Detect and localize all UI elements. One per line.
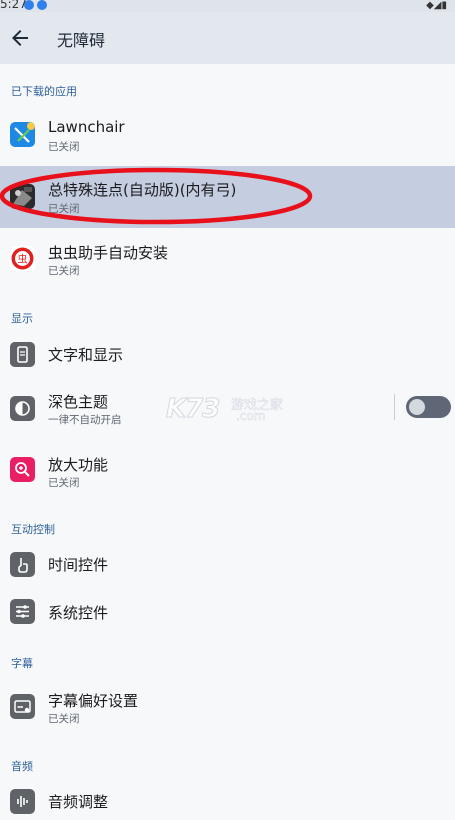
system-controls-icon	[10, 599, 35, 624]
text-display-icon	[10, 342, 35, 367]
section-header-display: 显示	[11, 312, 33, 325]
page-title: 无障碍	[57, 31, 106, 50]
toggle-divider	[394, 394, 395, 420]
chongchong-icon-glyph: 虫	[18, 254, 28, 266]
list-item-dark-theme[interactable]: 深色主题 一律不自动开启	[0, 382, 455, 434]
list-item-magnification[interactable]: 放大功能 已关闭	[0, 440, 455, 500]
list-item-caption-preferences[interactable]: 字幕偏好设置 已关闭	[0, 676, 455, 738]
dark-theme-icon	[10, 396, 35, 421]
item-subtitle: 一律不自动开启	[48, 414, 122, 426]
chongchong-app-icon: 虫	[10, 246, 35, 271]
list-item-system-controls[interactable]: 系统控件	[0, 590, 455, 636]
list-item-text-display[interactable]: 文字和显示	[0, 330, 455, 378]
download-notification-icon	[37, 0, 47, 10]
item-title: 文字和显示	[48, 346, 124, 364]
list-item-auto-clicker[interactable]: 总特殊连点(自动版)(内有弓) 已关闭	[0, 166, 455, 228]
section-header-captions: 字幕	[11, 657, 33, 670]
app-bar: 无障碍	[0, 12, 455, 64]
list-item-timing-controls[interactable]: 时间控件	[0, 542, 455, 588]
list-item-audio-adjustment[interactable]: 音频调整	[0, 778, 455, 820]
item-title: 系统控件	[48, 604, 109, 622]
item-subtitle: 已关闭	[48, 203, 80, 215]
signal-battery-icon: ◆◢▮	[426, 0, 447, 11]
item-title: 放大功能	[48, 456, 109, 474]
list-item-lawnchair[interactable]: Lawnchair 已关闭	[0, 104, 455, 166]
magnification-icon	[10, 457, 35, 482]
item-subtitle: 已关闭	[48, 141, 80, 153]
toggle-knob	[409, 399, 425, 415]
section-header-downloaded: 已下载的应用	[11, 85, 77, 98]
item-title: 总特殊连点(自动版)(内有弓)	[48, 181, 237, 199]
status-bar: 5:27 ◆◢▮	[0, 0, 455, 12]
item-title: Lawnchair	[48, 118, 125, 136]
item-subtitle: 已关闭	[48, 477, 80, 489]
item-title: 音频调整	[48, 793, 109, 811]
item-title: 字幕偏好设置	[48, 692, 139, 710]
section-header-interaction: 互动控制	[11, 523, 55, 536]
audio-adjustment-icon	[10, 789, 35, 814]
list-item-chongchong[interactable]: 虫 虫虫助手自动安装 已关闭	[0, 228, 455, 290]
lawnchair-app-icon	[10, 122, 35, 147]
download-notification-icon	[24, 0, 34, 10]
item-subtitle: 已关闭	[48, 265, 80, 277]
item-title: 时间控件	[48, 556, 109, 574]
auto-clicker-app-icon	[10, 184, 35, 209]
dark-theme-toggle[interactable]	[406, 396, 451, 418]
item-subtitle: 已关闭	[48, 713, 80, 725]
back-arrow-icon[interactable]	[8, 26, 32, 50]
item-title: 虫虫助手自动安装	[48, 244, 169, 262]
timing-controls-icon	[10, 552, 35, 577]
section-header-audio: 音频	[11, 760, 33, 773]
caption-preferences-icon	[10, 694, 35, 719]
status-time: 5:27	[0, 0, 27, 11]
item-title: 深色主题	[48, 393, 109, 411]
